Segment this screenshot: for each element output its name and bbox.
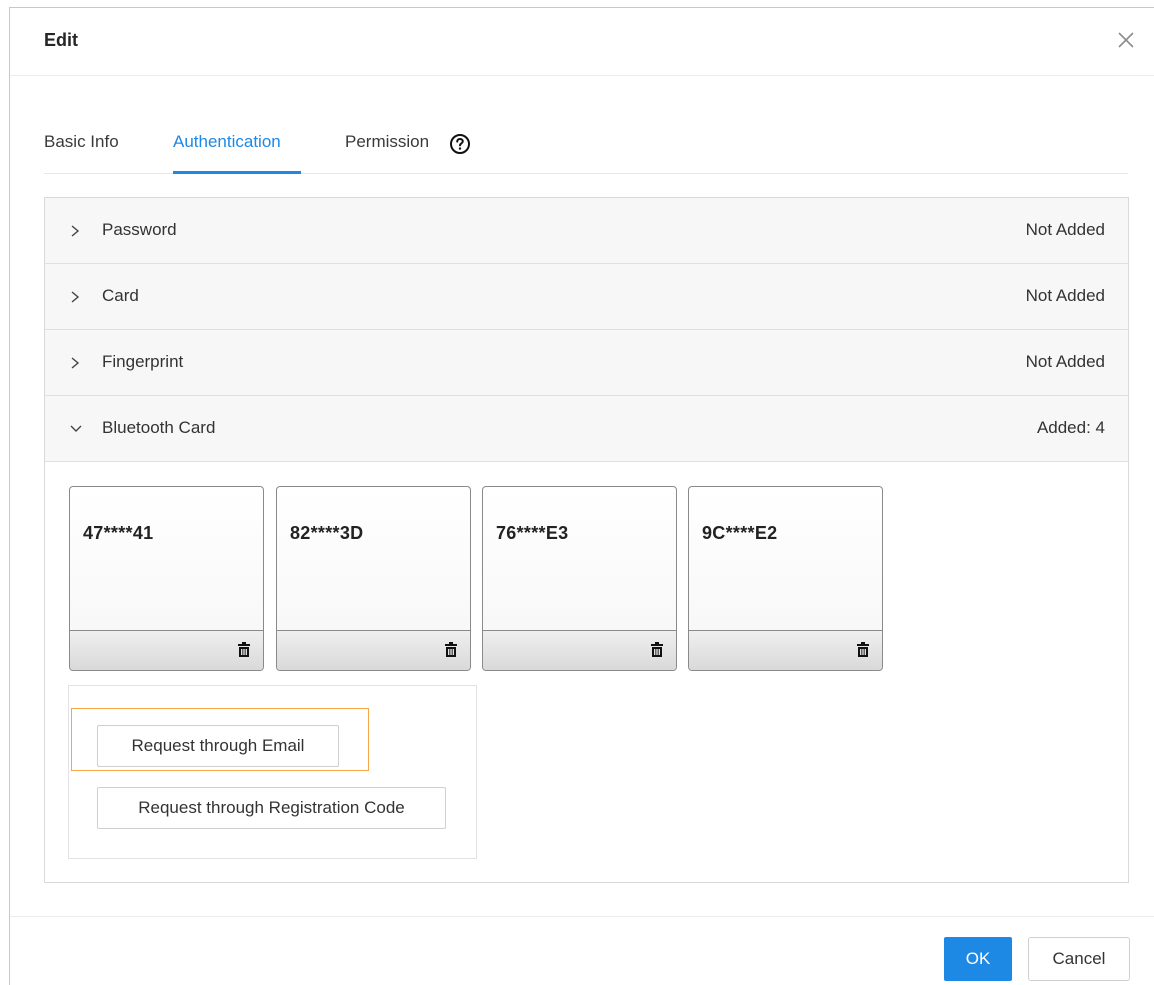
chevron-down-icon [69, 418, 83, 438]
trash-icon[interactable] [856, 642, 870, 658]
request-registration-code-button[interactable]: Request through Registration Code [97, 787, 446, 829]
bluetooth-card-item: 9C****E2 [688, 486, 883, 671]
section-label: Fingerprint [102, 352, 184, 371]
chevron-right-icon [69, 286, 83, 306]
card-footer [70, 630, 263, 670]
help-circle-icon[interactable] [449, 133, 471, 155]
section-status: Added: 4 [1036, 418, 1105, 437]
dialog-header: Edit [10, 8, 1154, 76]
trash-icon[interactable] [237, 642, 251, 658]
section-bluetooth-card[interactable]: Bluetooth Card Added: 4 [45, 396, 1128, 462]
section-label: Password [102, 220, 177, 239]
tab-bar: Basic Info Authentication Permission [44, 126, 1128, 174]
cancel-button[interactable]: Cancel [1028, 937, 1130, 981]
card-id: 9C****E2 [702, 523, 778, 543]
section-label: Card [102, 286, 139, 305]
card-footer [277, 630, 470, 670]
section-card[interactable]: Card Not Added [45, 264, 1128, 330]
section-status: Not Added [1025, 286, 1105, 305]
card-footer [483, 630, 676, 670]
request-email-button[interactable]: Request through Email [97, 725, 339, 767]
card-id: 82****3D [290, 523, 364, 543]
tab-permission[interactable]: Permission [345, 132, 429, 152]
chevron-right-icon [69, 220, 83, 240]
section-label: Bluetooth Card [102, 418, 216, 437]
card-id: 76****E3 [496, 523, 569, 543]
active-tab-indicator [173, 171, 301, 174]
ok-button[interactable]: OK [944, 937, 1012, 981]
bluetooth-card-item: 82****3D [276, 486, 471, 671]
tab-basic-info[interactable]: Basic Info [44, 132, 119, 152]
card-id: 47****41 [83, 523, 154, 543]
dialog-footer-divider [10, 916, 1154, 917]
section-status: Not Added [1025, 352, 1105, 371]
section-password[interactable]: Password Not Added [45, 198, 1128, 264]
trash-icon[interactable] [444, 642, 458, 658]
tab-authentication[interactable]: Authentication [173, 132, 281, 152]
authentication-panel: Password Not Added Card Not Added Finger… [44, 197, 1129, 883]
card-footer [689, 630, 882, 670]
section-status: Not Added [1025, 220, 1105, 239]
chevron-right-icon [69, 352, 83, 372]
edit-dialog: Edit Basic Info Authentication Permissio… [9, 7, 1154, 985]
close-icon[interactable] [1114, 28, 1138, 52]
bluetooth-card-item: 47****41 [69, 486, 264, 671]
section-fingerprint[interactable]: Fingerprint Not Added [45, 330, 1128, 396]
dialog-title: Edit [44, 30, 78, 50]
bluetooth-card-item: 76****E3 [482, 486, 677, 671]
trash-icon[interactable] [650, 642, 664, 658]
